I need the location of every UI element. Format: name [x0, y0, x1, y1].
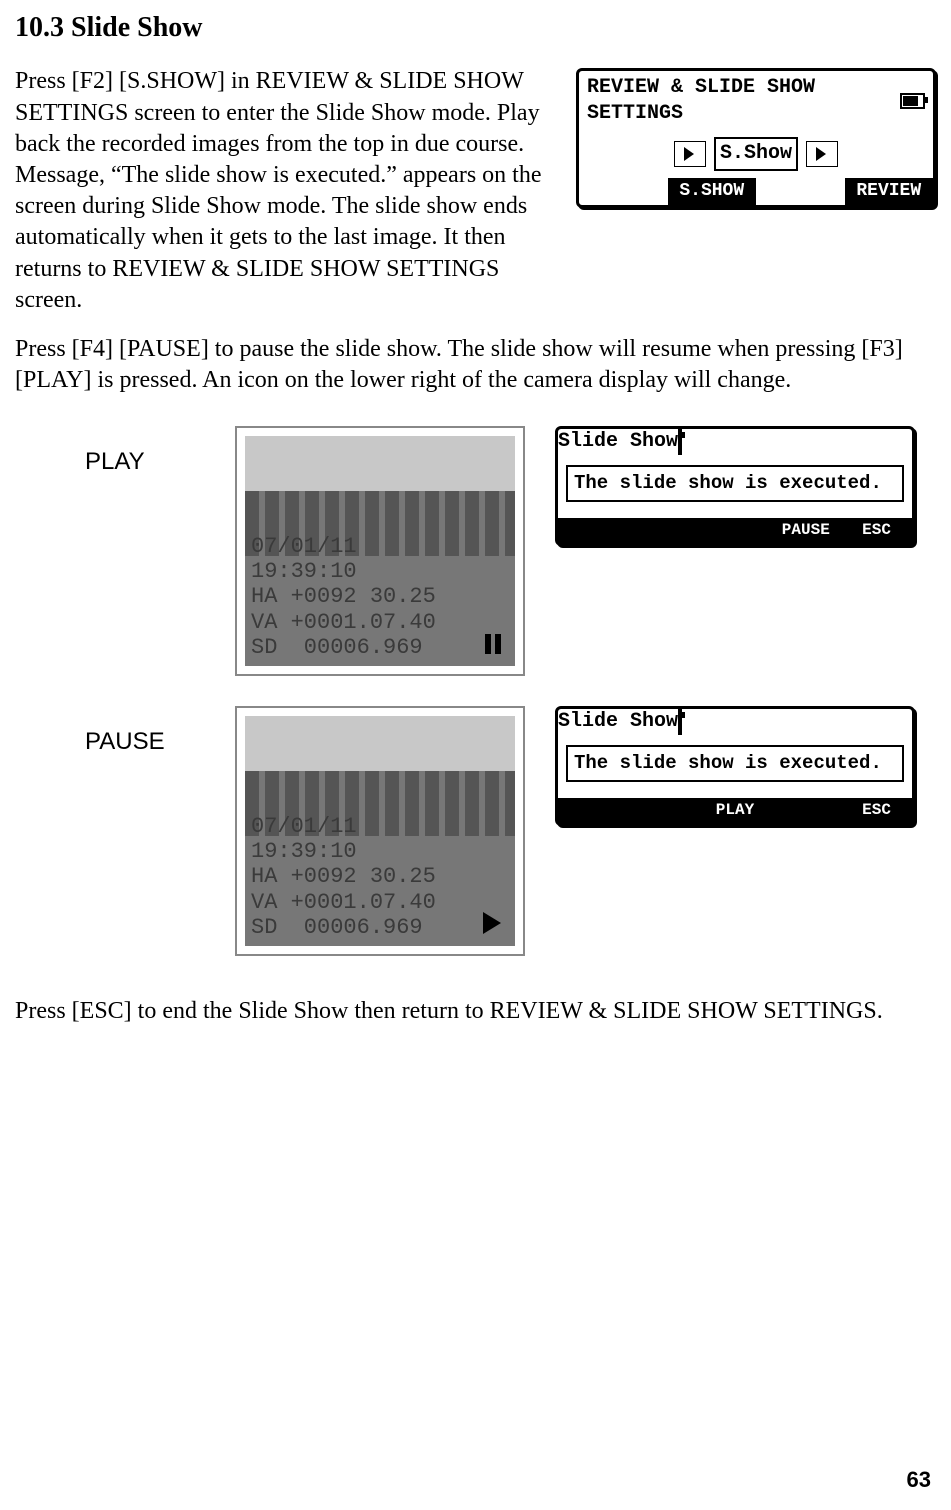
thumb-left-icon: [674, 141, 706, 167]
overlay-text: 07/01/11 19:39:10 HA +0092 30.25 VA +000…: [251, 534, 436, 660]
sshow-label: S.Show: [720, 141, 792, 167]
sshow-box: S.Show: [714, 137, 798, 171]
pause-icon: [485, 634, 501, 654]
softkey-f4[interactable]: PAUSE: [770, 518, 841, 543]
softkey-f2[interactable]: [629, 798, 700, 823]
paragraph-1: Press [F2] [S.SHOW] in REVIEW & SLIDE SH…: [15, 66, 556, 316]
thumb-right-icon: [806, 141, 838, 167]
lcd-message: The slide show is executed.: [566, 745, 904, 782]
lcd-title: Slide Show: [558, 430, 678, 453]
lcd-title: REVIEW & SLIDE SHOW SETTINGS: [587, 75, 900, 127]
play-label: PLAY: [15, 426, 205, 477]
softkey-f4[interactable]: REVIEW: [845, 178, 934, 205]
softkey-f3[interactable]: [756, 178, 845, 205]
paragraph-3: Press [ESC] to end the Slide Show then r…: [15, 996, 936, 1027]
lcd-message: The slide show is executed.: [566, 465, 904, 502]
softkey-f1[interactable]: [579, 178, 668, 205]
softkey-esc[interactable]: ESC: [841, 798, 912, 823]
slide-lcd-play: Slide Show The slide show is executed. P…: [555, 426, 915, 546]
softkey-f4[interactable]: [770, 798, 841, 823]
paragraph-2: Press [F4] [PAUSE] to pause the slide sh…: [15, 334, 936, 396]
softkey-f2[interactable]: [629, 518, 700, 543]
softkey-row: S.SHOW REVIEW: [579, 178, 933, 205]
softkey-f1[interactable]: [558, 518, 629, 543]
softkey-row: PLAY ESC: [558, 798, 912, 823]
settings-lcd: REVIEW & SLIDE SHOW SETTINGS S.Show S.SH…: [576, 68, 936, 208]
battery-icon: [678, 708, 682, 735]
softkey-esc[interactable]: ESC: [841, 518, 912, 543]
battery-icon: [900, 93, 925, 109]
page-number: 63: [907, 1466, 931, 1495]
slide-lcd-pause: Slide Show The slide show is executed. P…: [555, 706, 915, 826]
section-heading: 10.3 Slide Show: [15, 10, 936, 46]
overlay-text: 07/01/11 19:39:10 HA +0092 30.25 VA +000…: [251, 814, 436, 940]
softkey-f3[interactable]: [700, 518, 771, 543]
softkey-f2[interactable]: S.SHOW: [668, 178, 757, 205]
pause-label: PAUSE: [15, 706, 205, 757]
camera-display-pause: 07/01/11 19:39:10 HA +0092 30.25 VA +000…: [235, 706, 525, 956]
softkey-row: PAUSE ESC: [558, 518, 912, 543]
play-icon: [483, 912, 501, 934]
softkey-f1[interactable]: [558, 798, 629, 823]
battery-icon: [678, 428, 682, 455]
camera-display-play: 07/01/11 19:39:10 HA +0092 30.25 VA +000…: [235, 426, 525, 676]
softkey-f3[interactable]: PLAY: [700, 798, 771, 823]
lcd-title: Slide Show: [558, 710, 678, 733]
